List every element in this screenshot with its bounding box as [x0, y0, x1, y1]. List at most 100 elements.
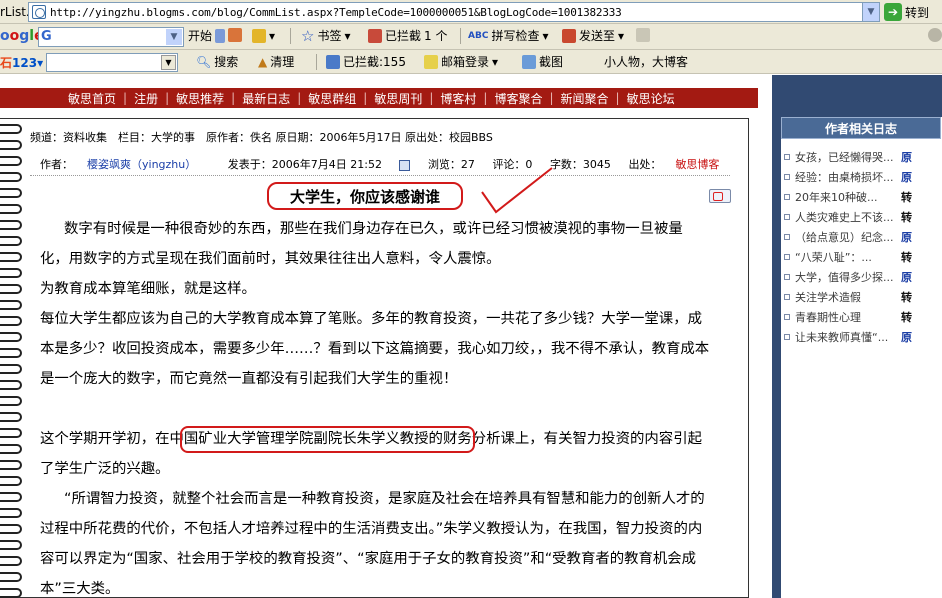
nav-forum[interactable]: 敏思论坛	[627, 90, 675, 107]
related-post-title[interactable]: 20年来10种破...	[795, 189, 895, 205]
send-to-friend-icon[interactable]	[709, 189, 731, 203]
list-item[interactable]: 女孩，已经懒得哭... 原	[784, 147, 940, 167]
bookmarks-label: 书签	[317, 29, 342, 43]
bullet-icon	[784, 214, 790, 220]
google-search-dropdown-icon[interactable]: ▼	[166, 29, 182, 45]
source-link[interactable]: 敏思博客	[675, 158, 719, 171]
list-item[interactable]: 经验：由桌椅损坏... 原	[784, 167, 940, 187]
options-icon	[252, 29, 266, 43]
related-post-title[interactable]: 人类灾难史上不该...	[795, 209, 895, 225]
spiral-ring	[0, 284, 22, 294]
google-search-input[interactable]: G ▼	[38, 27, 184, 47]
google-start-button[interactable]: 开始	[188, 28, 226, 44]
toolbar-mail-button[interactable]: 邮箱登录 ▾	[424, 54, 498, 70]
spiral-ring	[0, 236, 22, 246]
list-item[interactable]: 大学，值得多少探... 原	[784, 267, 940, 287]
toolbar-mail-label: 邮箱登录	[441, 55, 490, 69]
bullet-icon	[784, 274, 790, 280]
related-posts-list: 女孩，已经懒得哭... 原 经验：由桌椅损坏... 原 20年来10种破... 转 人…	[784, 147, 940, 347]
spiral-ring	[0, 524, 22, 534]
spiral-ring	[0, 364, 22, 374]
arrows-icon	[215, 29, 226, 43]
related-post-title[interactable]: 女孩，已经懒得哭...	[795, 149, 895, 165]
toolbar-slogan: 小人物，大博客	[604, 55, 689, 69]
toolbar-123-logo: 石123▾	[0, 56, 44, 70]
nav-register[interactable]: 注册	[134, 90, 158, 107]
related-post-title[interactable]: 青春期性心理	[795, 309, 895, 325]
bullet-icon	[784, 334, 790, 340]
spiral-ring	[0, 204, 22, 214]
toolbar-123: 石123▾ ▼ 🔍︎ 搜索 ▲ 清理 已拦截:155 邮箱登录 ▾ 截图 小人物，…	[0, 50, 942, 74]
list-item[interactable]: 让未来教师真懂“... 原	[784, 327, 940, 347]
nav-village[interactable]: 博客村	[440, 90, 476, 107]
site-nav: 敏思首页 | 注册 | 敏思推荐 | 最新日志 | 敏思群组 | 敏思周刊 | 博客村 | 博…	[0, 88, 758, 108]
spellcheck-icon: ABC	[468, 31, 489, 41]
spiral-ring	[0, 332, 22, 342]
google-start-label: 开始	[188, 29, 213, 43]
author-label: 作者：	[40, 158, 73, 171]
spiral-ring	[0, 412, 22, 422]
article-title: 大学生，你应该感谢谁	[289, 187, 440, 206]
bullet-icon	[784, 234, 790, 240]
spiral-ring	[0, 316, 22, 326]
toolbar-screenshot-button[interactable]: 截图	[522, 54, 563, 70]
author-link[interactable]: 樱姿飒爽（yingzhu）	[87, 158, 196, 171]
spellcheck-button[interactable]: ABC 拼写检查 ▾	[468, 28, 548, 44]
spiral-ring	[0, 380, 22, 390]
related-post-title[interactable]: “八荣八耻”：...	[795, 249, 895, 265]
list-item[interactable]: 人类灾难史上不该... 转	[784, 207, 940, 227]
highlight-button[interactable]	[636, 28, 650, 42]
list-item[interactable]: 关注学术造假转	[784, 287, 940, 307]
nav-latest[interactable]: 最新日志	[242, 90, 290, 107]
go-button[interactable]: ➔ 转到	[884, 3, 929, 21]
divider	[460, 28, 461, 44]
paragraph-5: “所谓智力投资，就整个社会而言是一种教育投资，是家庭及社会在培养具有智慧和能力的…	[40, 491, 705, 597]
pagerank-icon	[228, 28, 242, 42]
related-post-title[interactable]: 让未来教师真懂“...	[795, 329, 895, 345]
sendto-label: 发送至	[579, 29, 616, 43]
toolbar-123-search-input[interactable]: ▼	[46, 53, 178, 72]
settings-button[interactable]	[928, 28, 942, 42]
related-post-title[interactable]: 大学，值得多少探...	[795, 269, 895, 285]
toolbar-blocked-button[interactable]: 已拦截:155	[326, 54, 406, 70]
toolbar-clean-button[interactable]: ▲ 清理	[258, 54, 294, 70]
toolbar-123-dropdown-icon[interactable]: ▼	[161, 55, 176, 70]
related-post-title[interactable]: 经验：由桌椅损坏...	[795, 169, 895, 185]
nav-groups[interactable]: 敏思群组	[308, 90, 356, 107]
paragraph-2: 为教育成本算笔细账，就是这样。	[40, 281, 256, 297]
list-item[interactable]: 青春期性心理转	[784, 307, 940, 327]
related-post-title[interactable]: 关注学术造假	[795, 289, 895, 305]
bullet-icon	[784, 174, 790, 180]
page-icon	[32, 5, 46, 19]
spiral-ring	[0, 172, 22, 182]
nav-news-aggregate[interactable]: 新闻聚合	[561, 90, 609, 107]
pagerank-button[interactable]	[228, 28, 242, 42]
toolbar-screenshot-label: 截图	[539, 55, 564, 69]
nav-weekly[interactable]: 敏思周刊	[374, 90, 422, 107]
related-post-title[interactable]: （给点意见）纪念...	[795, 229, 895, 245]
settings-icon	[928, 28, 942, 42]
toolbar-search-button[interactable]: 🔍︎ 搜索	[196, 54, 238, 70]
spiral-ring	[0, 460, 22, 470]
nav-home[interactable]: 敏思首页	[68, 90, 116, 107]
list-item[interactable]: “八荣八耻”：... 转	[784, 247, 940, 267]
spiral-ring	[0, 428, 22, 438]
spiral-ring	[0, 348, 22, 358]
url-input[interactable]: http://yingzhu.blogms.com/blog/CommList.…	[28, 2, 880, 22]
options-button[interactable]: ▾	[252, 28, 275, 44]
nav-blog-aggregate[interactable]: 博客聚合	[494, 90, 542, 107]
popup-blocker-icon	[368, 29, 382, 43]
source-label: 出处：	[628, 158, 662, 171]
spiral-ring	[0, 396, 22, 406]
sendto-button[interactable]: 发送至 ▾	[562, 28, 624, 44]
post-type-badge: 转	[901, 311, 912, 324]
notebook-spiral	[0, 118, 26, 598]
list-item[interactable]: 20年来10种破... 转	[784, 187, 940, 207]
spiral-ring	[0, 188, 22, 198]
bookmarks-button[interactable]: ☆ 书签 ▾	[301, 28, 351, 44]
author-field: 作者： 樱姿飒爽（yingzhu）	[40, 158, 210, 171]
url-dropdown-icon[interactable]: ▼	[862, 3, 879, 21]
list-item[interactable]: （给点意见）纪念... 原	[784, 227, 940, 247]
popup-blocked-button[interactable]: 已拦截 1 个	[368, 28, 447, 44]
nav-recommend[interactable]: 敏思推荐	[176, 90, 224, 107]
